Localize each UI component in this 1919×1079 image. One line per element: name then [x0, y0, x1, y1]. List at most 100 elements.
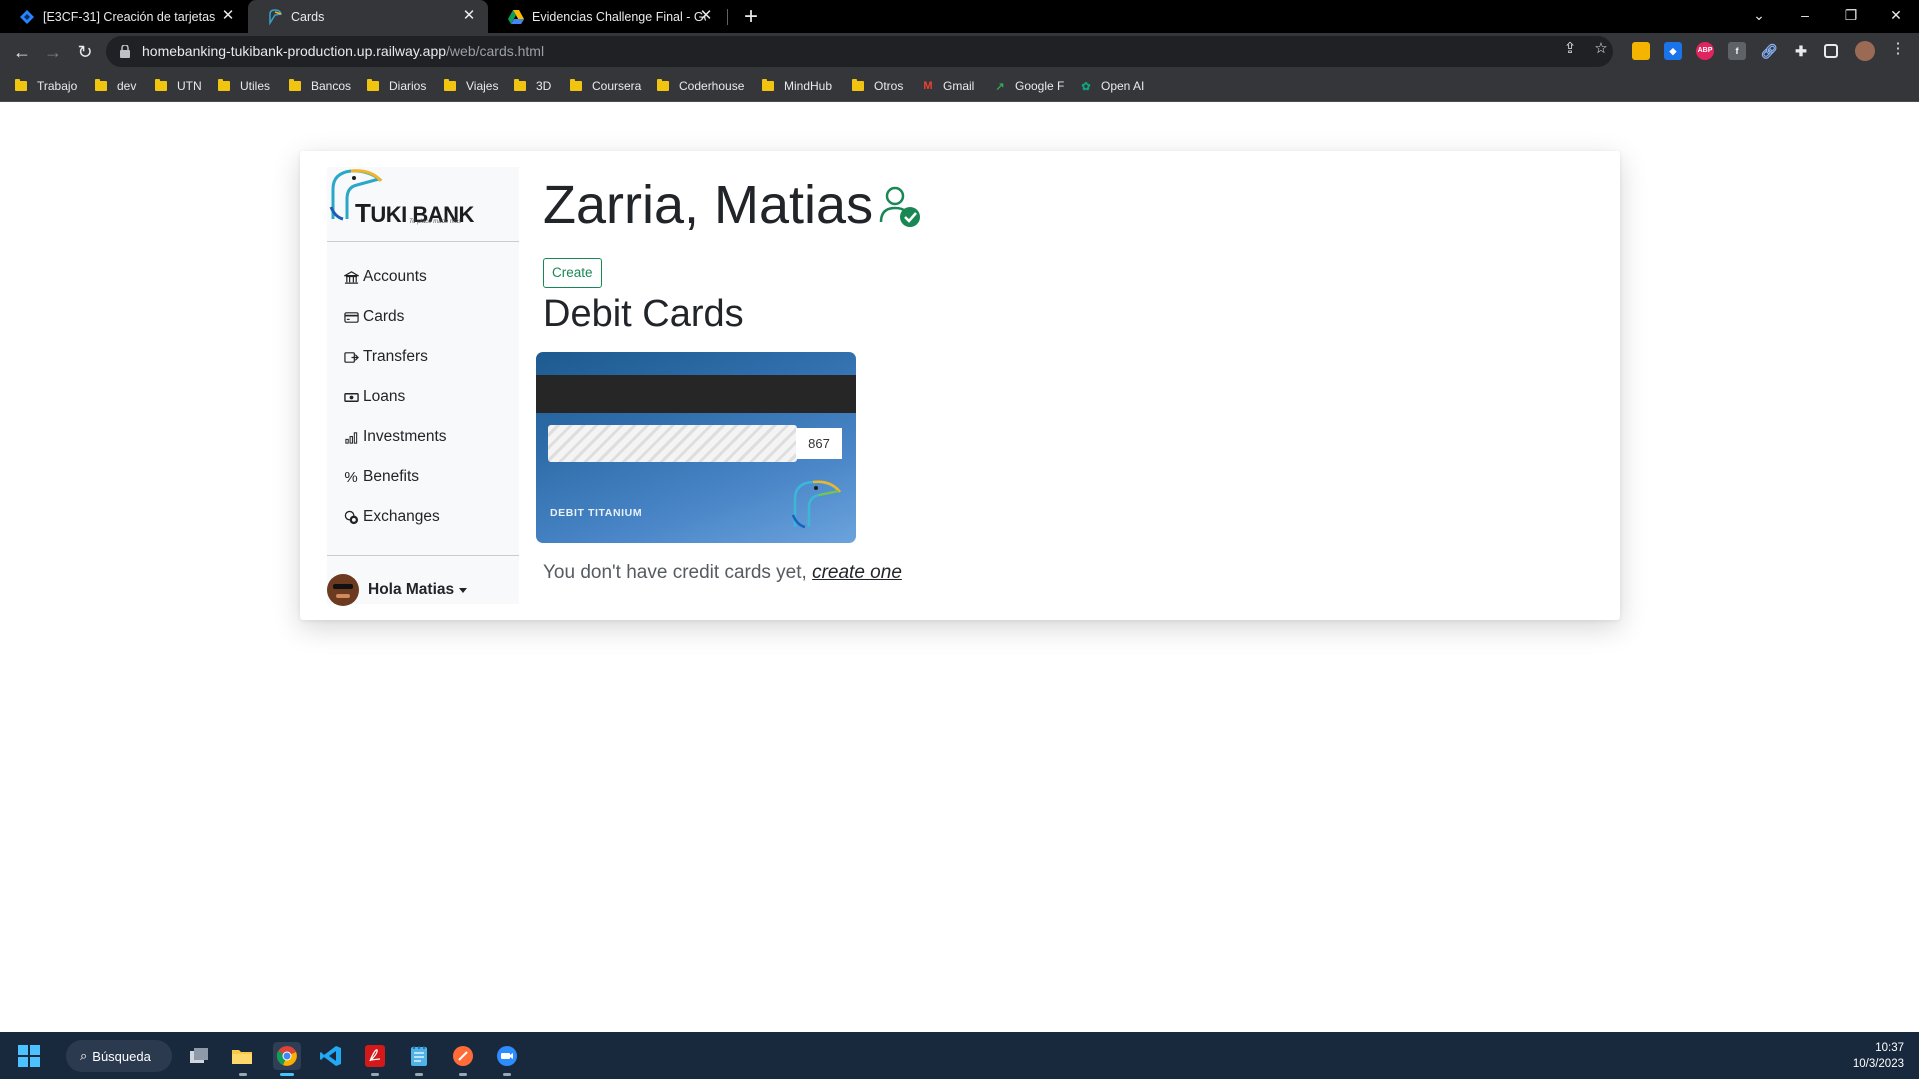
notepad-icon[interactable] — [405, 1042, 433, 1070]
folder-icon — [155, 79, 167, 91]
extensions-puzzle-icon[interactable]: ✚ — [1792, 42, 1810, 60]
vscode-icon[interactable] — [317, 1042, 345, 1070]
search-label: Búsqueda — [92, 1048, 151, 1064]
adblock-plus-icon[interactable]: ABP — [1696, 42, 1714, 60]
bookmark-folder[interactable]: 3D — [514, 77, 551, 95]
magnetic-stripe — [536, 375, 856, 413]
sidebar-item-label: Transfers — [363, 348, 428, 365]
sidebar-item-investments[interactable]: Investments — [327, 417, 519, 457]
folder-icon — [570, 79, 582, 91]
bookmark-folder[interactable]: Utiles — [218, 77, 270, 95]
bookmark-label: Trabajo — [37, 79, 78, 93]
debit-card[interactable]: 867 DEBIT TITANIUM — [536, 352, 856, 543]
forward-button[interactable]: → — [39, 38, 67, 66]
bookmark-folder[interactable]: Viajes — [444, 77, 498, 95]
task-view-icon[interactable] — [185, 1042, 213, 1070]
bookmark-folder[interactable]: Coderhouse — [657, 77, 744, 95]
credit-card-icon — [343, 309, 359, 325]
windows-taskbar: ⌕ Búsqueda 10:37 10/3/2023 — [0, 1032, 1919, 1079]
bookmark-gmail[interactable]: M Gmail — [921, 77, 974, 95]
bookmark-folder[interactable]: Diarios — [367, 77, 426, 95]
close-tab-icon[interactable]: ✕ — [461, 8, 477, 24]
running-indicator — [371, 1073, 379, 1076]
bookmark-google-f[interactable]: ↗ Google F — [993, 77, 1064, 95]
back-button[interactable]: ← — [8, 38, 36, 66]
bookmark-folder[interactable]: UTN — [155, 77, 202, 95]
create-card-button[interactable]: Create — [543, 258, 602, 288]
folder-icon — [95, 79, 107, 91]
windows-start-icon[interactable] — [18, 1045, 40, 1067]
tuki-bank-logo[interactable]: TUKI BANK Tu place made más — [327, 167, 519, 242]
no-credit-text: You don't have credit cards yet, — [543, 562, 807, 583]
tab-jira[interactable]: [E3CF-31] Creación de tarjetas de ✕ — [0, 0, 247, 33]
url-domain: homebanking-tukibank-production.up.railw… — [142, 43, 447, 59]
sidebar-item-benefits[interactable]: % Benefits — [327, 457, 519, 497]
close-window-button[interactable]: ✕ — [1873, 0, 1919, 30]
extension-notes-icon[interactable] — [1632, 42, 1650, 60]
minimize-button[interactable]: – — [1782, 0, 1828, 30]
sidebar-item-loans[interactable]: Loans — [327, 377, 519, 417]
extension-diamond-icon[interactable]: ◆ — [1664, 42, 1682, 60]
running-indicator — [239, 1073, 247, 1076]
bookmark-folder[interactable]: dev — [95, 77, 136, 95]
file-explorer-icon[interactable] — [228, 1042, 256, 1070]
card-type: DEBIT TITANIUM — [550, 507, 643, 519]
sidebar-item-exchanges[interactable]: Exchanges — [327, 497, 519, 537]
acrobat-icon[interactable] — [361, 1042, 389, 1070]
close-tab-icon[interactable]: ✕ — [698, 8, 714, 24]
tab-title: [E3CF-31] Creación de tarjetas de — [43, 9, 217, 24]
sidebar: TUKI BANK Tu place made más Accounts Car… — [327, 167, 519, 607]
new-tab-button[interactable]: + — [737, 3, 765, 31]
sidebar-item-label: Benefits — [363, 468, 420, 485]
bookmark-star-icon[interactable]: ☆ — [1592, 40, 1610, 58]
user-greeting: Hola Matias — [368, 581, 455, 598]
link-extension-icon[interactable]: 🔗︎ — [1760, 42, 1778, 60]
chrome-icon[interactable] — [273, 1042, 301, 1070]
zoom-icon[interactable] — [493, 1042, 521, 1070]
bookmark-label: Coderhouse — [679, 79, 745, 93]
url-path: /web/cards.html — [446, 43, 545, 59]
user-dropdown[interactable]: Hola Matias — [327, 573, 468, 607]
toucan-favicon-icon — [267, 8, 283, 25]
sidebar-item-cards[interactable]: Cards — [327, 297, 519, 337]
extension-f-icon[interactable]: f — [1728, 42, 1746, 60]
bookmark-openai[interactable]: ✿ Open AI — [1079, 77, 1144, 95]
folder-icon — [514, 79, 526, 91]
sidebar-item-transfers[interactable]: Transfers — [327, 337, 519, 377]
create-credit-card-link[interactable]: create one — [812, 562, 902, 583]
folder-icon — [367, 79, 379, 91]
reload-button[interactable]: ↻ — [71, 38, 99, 66]
tab-title: Evidencias Challenge Final - Goo — [532, 9, 706, 24]
signature-strip — [548, 425, 797, 462]
avatar — [327, 574, 359, 606]
caret-down-icon — [459, 587, 468, 593]
close-tab-icon[interactable]: ✕ — [220, 8, 236, 24]
bookmark-folder[interactable]: Bancos — [289, 77, 351, 95]
restore-button[interactable]: ❐ — [1828, 0, 1874, 30]
bookmark-folder[interactable]: Trabajo — [15, 77, 77, 95]
running-indicator — [503, 1073, 511, 1076]
sidebar-item-label: Exchanges — [363, 508, 440, 525]
folder-icon — [289, 79, 301, 91]
cash-icon — [343, 389, 359, 405]
system-clock[interactable]: 10:37 10/3/2023 — [1853, 1040, 1904, 1072]
bookmark-folder[interactable]: Coursera — [570, 77, 641, 95]
bookmark-folder[interactable]: MindHub — [762, 77, 832, 95]
folder-icon — [852, 79, 864, 91]
clock-date: 10/3/2023 — [1852, 1058, 1904, 1070]
tab-drive[interactable]: Evidencias Challenge Final - Goo ✕ — [489, 0, 725, 33]
bookmark-folder[interactable]: Otros — [852, 77, 903, 95]
chrome-menu-icon[interactable]: ⋮ — [1889, 40, 1907, 58]
tab-cards[interactable]: Cards ✕ — [248, 0, 488, 33]
share-icon[interactable]: ⇪ — [1561, 40, 1579, 58]
search-icon: ⌕ — [80, 1048, 88, 1063]
sidebar-item-label: Loans — [363, 388, 406, 405]
sidebar-item-accounts[interactable]: Accounts — [327, 257, 519, 297]
profile-avatar-icon[interactable] — [1855, 41, 1875, 61]
postman-icon[interactable] — [449, 1042, 477, 1070]
tab-search-icon[interactable]: ⌄ — [1736, 0, 1782, 30]
taskbar-search[interactable]: ⌕ Búsqueda — [66, 1040, 172, 1072]
bookmark-label: Coursera — [592, 79, 642, 93]
address-bar[interactable]: homebanking-tukibank-production.up.railw… — [106, 36, 1613, 67]
side-panel-icon[interactable] — [1824, 44, 1838, 58]
